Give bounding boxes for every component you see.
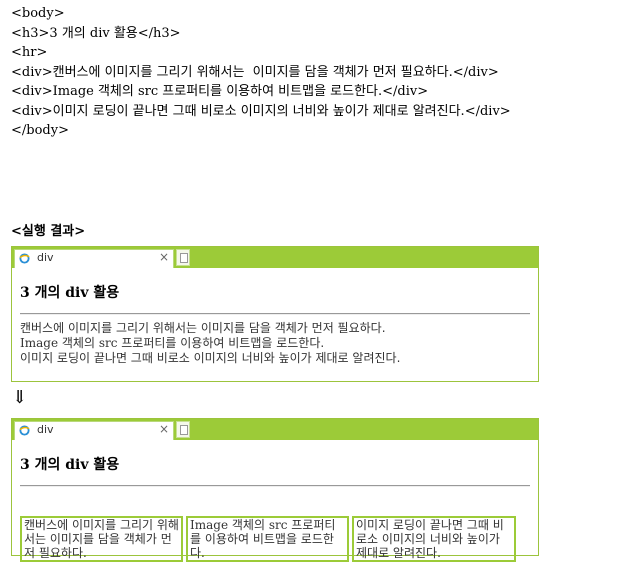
code-line: <h3>3 개의 div 활용</h3>	[11, 25, 181, 41]
code-line: <div>Image 객체의 src 프로퍼티를 이용하여 비트맵을 로드한다.…	[11, 84, 429, 99]
new-tab-icon[interactable]	[176, 421, 190, 438]
div-line-2: Image 객체의 src 프로퍼티를 이용하여 비트맵을 로드한다.	[20, 336, 325, 350]
code-line: <div>캔버스에 이미지를 그리기 위해서는 이미지를 담을 객체가 먼저 필…	[11, 64, 499, 80]
browser-tab[interactable]: div ×	[14, 249, 174, 268]
browser-window-before: div × 3 개의 div 활용 캔버스에 이미지를 그리기 위해서는 이미지…	[11, 246, 539, 382]
div-line-1: 캔버스에 이미지를 그리기 위해서는 이미지를 담을 객체가 먼저 필요하다.	[20, 321, 386, 335]
browser-window-after: div × 3 개의 div 활용 캔버스에 이미지를 그리기 위해서는 이미지…	[11, 418, 539, 562]
close-icon[interactable]: ×	[159, 250, 169, 264]
div-box-2: Image 객체의 src 프로퍼티를 이용하여 비트맵을 로드한다.	[186, 516, 349, 562]
code-line: <hr>	[11, 45, 48, 60]
div-box-1: 캔버스에 이미지를 그리기 위해서는 이미지를 담을 객체가 먼저 필요하다.	[20, 516, 183, 562]
code-line: <div>이미지 로딩이 끝나면 그때 비로소 이미지의 너비와 높이가 제대로…	[11, 103, 511, 119]
new-tab-icon[interactable]	[176, 249, 190, 266]
source-code: <body> <h3>3 개의 div 활용</h3> <hr> <div>캔버…	[11, 4, 625, 141]
code-line: </body>	[11, 123, 69, 138]
div-box-3: 이미지 로딩이 끝나면 그때 비로소 이미지의 너비와 높이가 제대로 알려진다…	[352, 516, 516, 562]
tab-title: div	[37, 251, 54, 264]
close-icon[interactable]: ×	[159, 422, 169, 436]
tab-bar: div ×	[12, 247, 538, 268]
down-arrow: ⇓	[12, 387, 28, 408]
ie-icon	[19, 425, 30, 436]
page-heading: 3 개의 div 활용	[20, 457, 120, 473]
div-lines: 캔버스에 이미지를 그리기 위해서는 이미지를 담을 객체가 먼저 필요하다. …	[20, 321, 400, 366]
browser-tab[interactable]: div ×	[14, 421, 174, 440]
tab-bar: div ×	[12, 419, 538, 440]
horizontal-rule	[20, 485, 530, 487]
tab-title: div	[37, 423, 54, 436]
div-columns: 캔버스에 이미지를 그리기 위해서는 이미지를 담을 객체가 먼저 필요하다. …	[20, 516, 528, 564]
result-heading: <실행 결과>	[11, 224, 86, 239]
horizontal-rule	[20, 313, 530, 315]
ie-icon	[19, 253, 30, 264]
div-line-3: 이미지 로딩이 끝나면 그때 비로소 이미지의 너비와 높이가 제대로 알려진다…	[20, 351, 401, 365]
page-heading: 3 개의 div 활용	[20, 285, 120, 301]
code-line: <body>	[11, 6, 65, 21]
